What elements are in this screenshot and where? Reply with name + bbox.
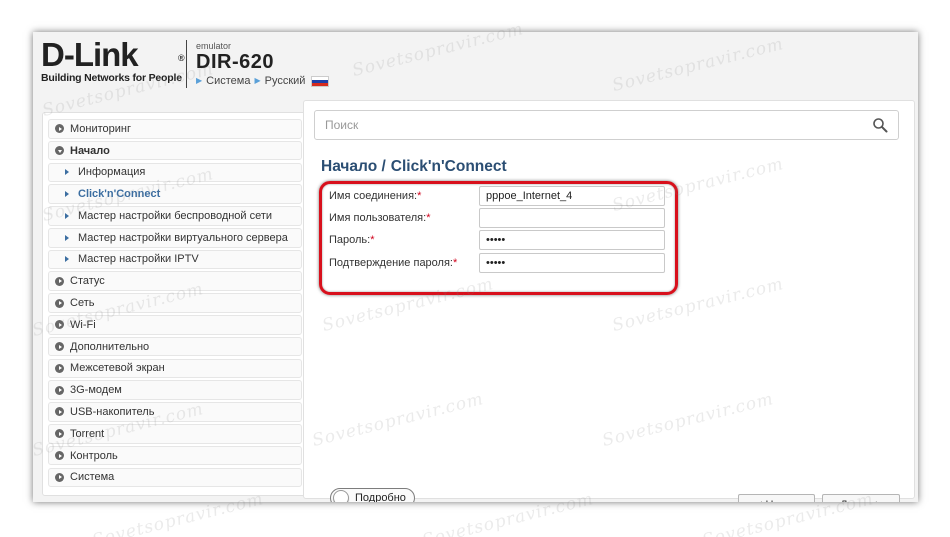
header: D-Link ® Building Networks for People em… xyxy=(33,32,918,94)
sidebar-item-label: Мониторинг xyxy=(70,122,132,135)
logo-tagline: Building Networks for People xyxy=(41,72,182,84)
sidebar-item-label: Информация xyxy=(78,166,146,179)
sidebar-item-label: Контроль xyxy=(70,449,118,462)
sidebar-item-label: Межсетевой экран xyxy=(70,362,165,375)
sidebar-item-wireless-wizard[interactable]: Мастер настройки беспроводной сети xyxy=(48,206,302,226)
sidebar-item-label: Мастер настройки беспроводной сети xyxy=(78,209,273,222)
sidebar-item-label: Дополнительно xyxy=(70,340,150,353)
sidebar-item-usb-storage[interactable]: USB-накопитель xyxy=(48,402,302,422)
next-button[interactable]: Далее > xyxy=(822,494,900,502)
sidebar-item-3g-modem[interactable]: 3G-модем xyxy=(48,380,302,400)
bullet-arrow-icon xyxy=(65,212,69,219)
sidebar-item-label: Статус xyxy=(70,275,105,288)
sidebar-item-wifi[interactable]: Wi-Fi xyxy=(48,315,302,335)
expand-circle-icon xyxy=(55,451,64,461)
expand-circle-icon xyxy=(55,320,64,330)
chevron-right-icon: ▶ xyxy=(254,76,261,85)
search-box xyxy=(314,110,899,140)
sidebar: Мониторинг Начало Информация Click'n'Con… xyxy=(42,112,308,496)
sidebar-item-click-n-connect[interactable]: Click'n'Connect xyxy=(48,184,302,204)
sidebar-item-label: Сеть xyxy=(70,297,95,310)
breadcrumb: ▶ Система ▶ Русский xyxy=(196,74,330,88)
username-field[interactable] xyxy=(479,208,665,229)
chevron-right-icon: ▶ xyxy=(196,76,203,85)
model-name: DIR-620 xyxy=(196,51,274,73)
page-title-section: Начало / xyxy=(321,158,386,175)
router-web-ui: D-Link ® Building Networks for People em… xyxy=(33,32,918,502)
form-row-password-confirm: Подтверждение пароля:* xyxy=(321,252,675,274)
sidebar-item-label: Начало xyxy=(70,144,110,157)
bullet-arrow-icon xyxy=(65,256,69,263)
dlink-logo: D-Link ® Building Networks for People xyxy=(41,38,191,90)
field-label: Подтверждение пароля:* xyxy=(329,256,458,269)
field-label: Имя соединения:* xyxy=(329,190,422,203)
logo-reg-mark: ® xyxy=(178,53,185,63)
expand-circle-icon xyxy=(55,407,64,417)
form-row-password: Пароль:* xyxy=(321,229,675,251)
expand-circle-icon xyxy=(55,124,64,134)
page-title: Начало / Click'n'Connect xyxy=(321,158,507,176)
sidebar-item-label: Мастер настройки виртуального сервера xyxy=(78,231,288,244)
form-row-connection-name: Имя соединения:* xyxy=(321,185,675,207)
sidebar-item-start[interactable]: Начало xyxy=(48,140,302,161)
sidebar-item-network[interactable]: Сеть xyxy=(48,293,302,313)
sidebar-item-label: Мастер настройки IPTV xyxy=(78,253,199,266)
expand-circle-icon xyxy=(55,429,64,439)
sidebar-item-label: Система xyxy=(70,471,115,484)
field-label: Имя пользователя:* xyxy=(329,212,431,225)
expand-circle-icon xyxy=(55,385,64,395)
sidebar-item-torrent[interactable]: Torrent xyxy=(48,423,302,444)
breadcrumb-language[interactable]: Русский xyxy=(265,74,306,88)
page-title-name: Click'n'Connect xyxy=(390,158,507,175)
sidebar-item-label: USB-накопитель xyxy=(70,405,155,418)
expand-circle-icon xyxy=(55,363,64,373)
sidebar-item-label: 3G-модем xyxy=(70,384,122,397)
advanced-toggle[interactable]: Подробно xyxy=(330,488,415,502)
sidebar-item-info[interactable]: Информация xyxy=(48,162,302,183)
password-field[interactable] xyxy=(479,230,665,251)
sidebar-item-system[interactable]: Система xyxy=(48,467,302,488)
field-label: Пароль:* xyxy=(329,234,375,247)
collapse-circle-icon xyxy=(55,146,64,156)
advanced-toggle-label: Подробно xyxy=(355,492,406,502)
sidebar-item-label: Click'n'Connect xyxy=(78,188,161,201)
sidebar-item-iptv-wizard[interactable]: Мастер настройки IPTV xyxy=(48,249,302,270)
form-row-username: Имя пользователя:* xyxy=(321,207,675,229)
bullet-arrow-icon xyxy=(65,169,69,176)
search-input[interactable] xyxy=(325,118,865,132)
breadcrumb-system[interactable]: Система xyxy=(206,74,250,88)
logo-text: D-Link xyxy=(41,36,139,73)
sidebar-item-control[interactable]: Контроль xyxy=(48,445,302,466)
expand-circle-icon xyxy=(55,472,64,482)
sidebar-item-monitoring[interactable]: Мониторинг xyxy=(48,119,302,139)
sidebar-item-label: Torrent xyxy=(70,427,105,440)
sidebar-item-label: Wi-Fi xyxy=(70,318,96,331)
bullet-arrow-icon xyxy=(65,191,69,198)
back-button[interactable]: < Назад xyxy=(738,494,815,502)
connection-form: Имя соединения:* Имя пользователя:* Паро… xyxy=(321,185,675,289)
sidebar-item-advanced[interactable]: Дополнительно xyxy=(48,336,302,357)
connection-name-field[interactable] xyxy=(479,186,665,207)
toggle-knob xyxy=(333,490,349,502)
logo-wordmark: D-Link ® xyxy=(41,38,191,72)
password-confirm-field[interactable] xyxy=(479,252,665,273)
header-divider xyxy=(186,40,187,88)
bullet-arrow-icon xyxy=(65,234,69,241)
search-icon[interactable] xyxy=(872,117,888,133)
expand-circle-icon xyxy=(55,298,64,308)
expand-circle-icon xyxy=(55,276,64,286)
main-panel: Начало / Click'n'Connect Имя соединения:… xyxy=(303,100,915,502)
emulator-label: emulator xyxy=(196,41,232,51)
expand-circle-icon xyxy=(55,342,64,352)
russia-flag-icon[interactable] xyxy=(311,75,330,87)
sidebar-item-firewall[interactable]: Межсетевой экран xyxy=(48,358,302,379)
sidebar-item-status[interactable]: Статус xyxy=(48,271,302,292)
model-block: emulator DIR-620 ▶ Система ▶ Русский xyxy=(196,41,330,88)
sidebar-item-virtual-server-wizard[interactable]: Мастер настройки виртуального сервера xyxy=(48,227,302,248)
